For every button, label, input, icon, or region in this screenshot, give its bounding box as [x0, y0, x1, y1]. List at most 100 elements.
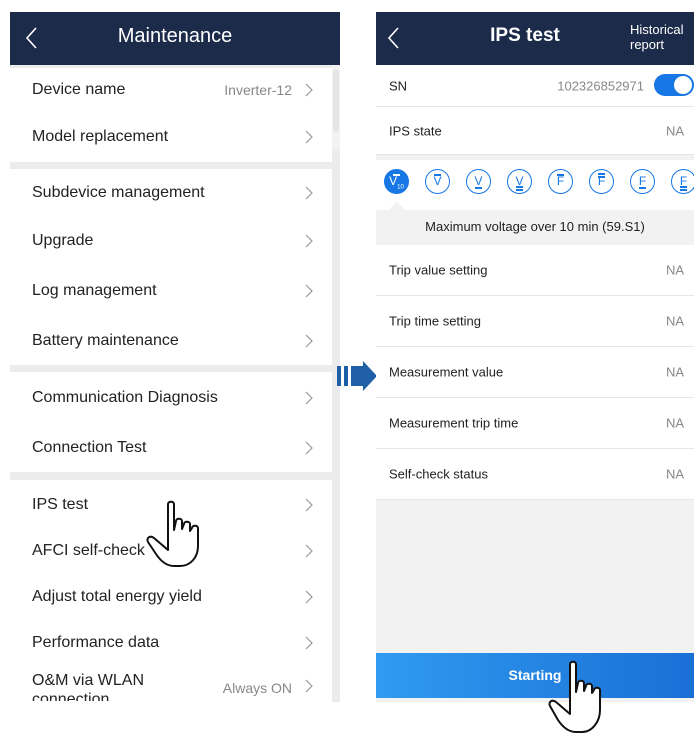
- chevron-right-icon: [305, 636, 313, 650]
- chevron-right-icon: [305, 234, 313, 248]
- menu-item-connection-test[interactable]: Connection Test: [10, 423, 332, 472]
- row-label: Measurement trip time: [389, 415, 519, 431]
- sn-value: 102326852971: [557, 78, 644, 93]
- menu-item-log-management[interactable]: Log management: [10, 266, 332, 316]
- chevron-right-icon: [305, 284, 313, 298]
- sn-row: SN 102326852971: [376, 65, 694, 107]
- chevron-right-icon: [305, 334, 313, 347]
- measurement-trip-time-row: Measurement trip time NA: [376, 398, 694, 449]
- chevron-right-icon: [305, 441, 313, 454]
- sn-toggle[interactable]: [654, 74, 694, 96]
- underline-mark: [639, 187, 646, 189]
- menu-item-subdevice-management[interactable]: Subdevice management: [10, 169, 332, 216]
- tab-v-double-under-icon[interactable]: V: [507, 169, 532, 194]
- test-item-description: Maximum voltage over 10 min (59.S1): [376, 210, 694, 245]
- flow-arrow-icon: [337, 361, 377, 391]
- overline-mark: [598, 173, 605, 175]
- row-value: NA: [665, 466, 684, 482]
- underline-mark: [475, 187, 482, 189]
- tab-v-under-icon[interactable]: V: [466, 169, 491, 194]
- tab-f-over-icon[interactable]: F: [548, 169, 573, 194]
- self-check-status-row: Self-check status NA: [376, 449, 694, 500]
- row-value: NA: [665, 313, 684, 329]
- underline-mark: [516, 186, 523, 188]
- menu-item-battery-maintenance[interactable]: Battery maintenance: [10, 316, 332, 365]
- menu-item-value: Always ON: [222, 679, 292, 696]
- row-label: Trip time setting: [389, 313, 481, 329]
- chevron-right-icon: [305, 391, 313, 404]
- ips-test-screen: IPS test Historical report SN 1023268529…: [376, 12, 694, 702]
- menu-item-label: O&M via WLAN connection: [32, 672, 145, 701]
- menu-item-device-name[interactable]: Device name Inverter-12: [10, 68, 332, 112]
- trip-time-setting-row: Trip time setting NA: [376, 296, 694, 347]
- tab-v-over-icon[interactable]: V: [425, 169, 450, 194]
- underline-mark-2: [516, 189, 523, 191]
- overline-mark-2: [598, 176, 605, 178]
- overline-mark: [434, 174, 441, 176]
- menu-item-label: Subdevice management: [32, 183, 205, 201]
- measurement-value-row: Measurement value NA: [376, 347, 694, 398]
- tab-f-double-under-icon[interactable]: F: [671, 169, 694, 194]
- menu-item-label: Communication Diagnosis: [32, 388, 218, 406]
- sn-label: SN: [389, 78, 408, 93]
- chevron-right-icon: [305, 130, 313, 144]
- tab-glyph: F: [556, 174, 565, 188]
- row-label: Self-check status: [389, 466, 488, 482]
- chevron-right-icon: [305, 186, 313, 199]
- row-label: Measurement value: [389, 364, 504, 380]
- menu-item-value: Inverter-12: [224, 82, 292, 98]
- page-title: Maintenance: [117, 25, 233, 47]
- menu-item-communication-diagnosis[interactable]: Communication Diagnosis: [10, 372, 332, 423]
- screenshot-stage: Maintenance Device name Inverter-12 Mode…: [0, 0, 694, 738]
- pointing-hand-icon: [548, 660, 601, 733]
- menu-item-label: Connection Test: [32, 438, 147, 456]
- ips-state-value: NA: [665, 123, 684, 138]
- tab-f-under-icon[interactable]: F: [630, 169, 655, 194]
- menu-item-label: AFCI self-check: [32, 542, 145, 559]
- tab-f-double-over-icon[interactable]: F: [589, 169, 614, 194]
- chevron-right-icon: [305, 498, 313, 512]
- chevron-right-icon: [305, 83, 313, 97]
- chevron-right-icon: [305, 590, 313, 604]
- tab-glyph: V: [433, 174, 442, 188]
- toggle-knob: [674, 76, 692, 94]
- trip-value-setting-row: Trip value setting NA: [376, 245, 694, 296]
- chevron-right-icon: [305, 544, 313, 558]
- menu-item-label: Log management: [32, 282, 157, 299]
- tab-glyph: V: [474, 174, 483, 188]
- menu-item-label: Model replacement: [32, 128, 169, 145]
- menu-item-model-replacement[interactable]: Model replacement: [10, 112, 332, 162]
- row-value: NA: [665, 262, 684, 278]
- row-label: Trip value setting: [389, 262, 488, 278]
- menu-item-label: Adjust total energy yield: [32, 588, 202, 605]
- chevron-right-icon: [305, 679, 313, 693]
- tab-subscript: 10: [397, 184, 404, 191]
- tab-glyph: F: [638, 174, 647, 188]
- start-button[interactable]: Starting: [376, 653, 694, 698]
- row-value: NA: [665, 415, 684, 431]
- menu-item-upgrade[interactable]: Upgrade: [10, 216, 332, 266]
- historical-report-link[interactable]: Historical report: [630, 22, 694, 52]
- ips-test-header: IPS test Historical report: [376, 12, 694, 65]
- menu-item-performance-data[interactable]: Performance data: [10, 622, 332, 664]
- tab-glyph: V: [389, 174, 398, 188]
- overline-mark: [557, 174, 564, 176]
- underline-mark-2: [680, 189, 687, 191]
- underline-mark: [680, 186, 687, 188]
- menu-item-label: Upgrade: [32, 232, 94, 249]
- scrollbar-thumb[interactable]: [333, 70, 339, 132]
- menu-item-label: Performance data: [32, 634, 160, 651]
- row-value: NA: [665, 364, 684, 380]
- menu-item-om-via-wlan[interactable]: O&M via WLAN connection Always ON: [10, 664, 332, 702]
- menu-item-adjust-total-energy-yield[interactable]: Adjust total energy yield: [10, 572, 332, 622]
- ips-state-label: IPS state: [389, 123, 442, 138]
- menu-item-label: Device name: [32, 81, 126, 98]
- tab-v10-icon[interactable]: V10: [384, 169, 409, 194]
- maintenance-header: Maintenance: [10, 12, 340, 65]
- pointing-hand-icon: [146, 500, 199, 567]
- overline-mark: [393, 174, 400, 176]
- test-item-tabs: V10 V V V F F F F: [376, 160, 694, 219]
- maintenance-screen: Maintenance Device name Inverter-12 Mode…: [10, 12, 340, 702]
- menu-item-label: IPS test: [32, 496, 89, 513]
- ips-state-row: IPS state NA: [376, 107, 694, 155]
